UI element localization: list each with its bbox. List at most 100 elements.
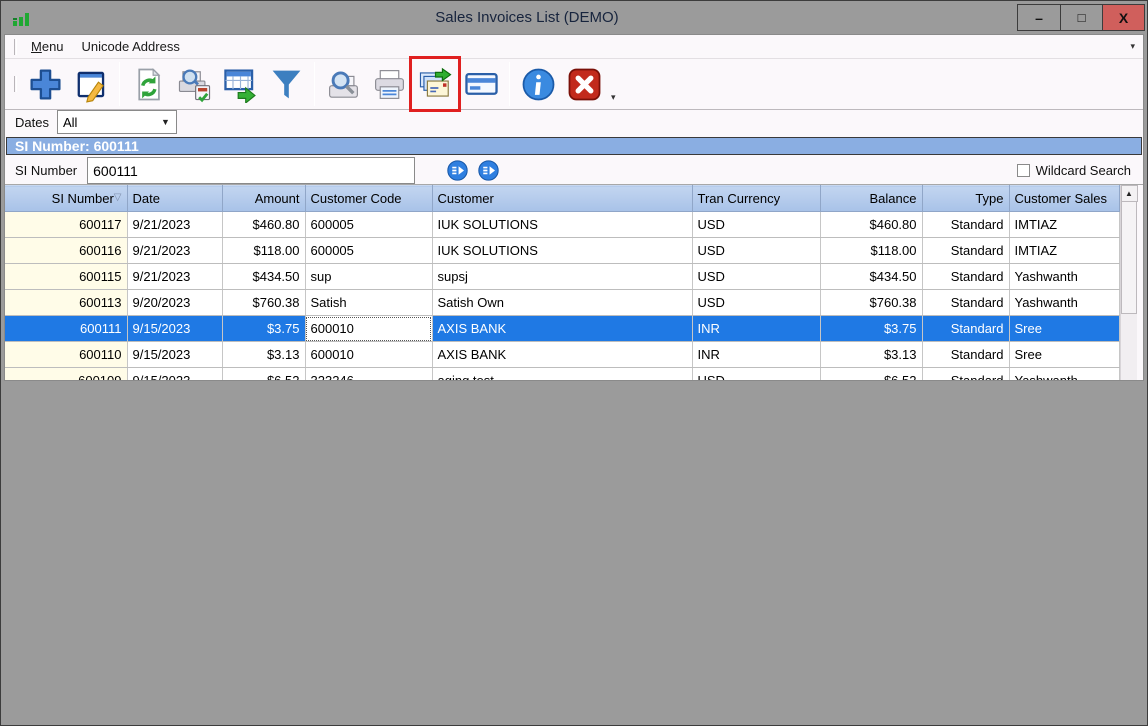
table-cell[interactable]: $6.52: [820, 368, 922, 381]
table-cell[interactable]: 9/21/2023: [127, 238, 222, 264]
menu-item-unicode-address[interactable]: Unicode Address: [73, 35, 189, 58]
table-cell[interactable]: 600005: [305, 212, 432, 238]
table-cell[interactable]: 600117: [5, 212, 127, 238]
toolbar-overflow-icon[interactable]: ▾: [611, 92, 616, 103]
si-number-input[interactable]: [87, 157, 415, 184]
minimize-button[interactable]: –: [1018, 5, 1060, 30]
scroll-up-icon[interactable]: ▲: [1121, 185, 1138, 202]
column-header-balance[interactable]: Balance: [820, 186, 922, 212]
edit-button[interactable]: [68, 59, 114, 109]
table-cell[interactable]: USD: [692, 212, 820, 238]
column-header-si-number[interactable]: SI Number▽: [5, 186, 127, 212]
table-cell[interactable]: USD: [692, 264, 820, 290]
table-cell[interactable]: 600113: [5, 290, 127, 316]
table-cell[interactable]: Standard: [922, 342, 1009, 368]
find-button[interactable]: [447, 160, 468, 181]
exit-button[interactable]: [561, 59, 607, 109]
table-cell[interactable]: 323246: [305, 368, 432, 381]
toolbar-grip[interactable]: [14, 76, 17, 92]
table-cell[interactable]: Yashwanth: [1009, 368, 1119, 381]
column-header-customer[interactable]: Customer: [432, 186, 692, 212]
table-cell[interactable]: AXIS BANK: [432, 316, 692, 342]
menubar-overflow-icon[interactable]: ▾: [1130, 41, 1135, 52]
menubar-grip[interactable]: [14, 39, 17, 55]
table-cell[interactable]: IUK SOLUTIONS: [432, 238, 692, 264]
table-cell[interactable]: $434.50: [820, 264, 922, 290]
table-cell[interactable]: $760.38: [222, 290, 305, 316]
table-cell[interactable]: $6.52: [222, 368, 305, 381]
table-row[interactable]: 6001169/21/2023$118.00600005IUK SOLUTION…: [5, 238, 1119, 264]
table-cell[interactable]: IUK SOLUTIONS: [432, 212, 692, 238]
table-cell[interactable]: Standard: [922, 264, 1009, 290]
table-cell[interactable]: $3.75: [222, 316, 305, 342]
find-next-button[interactable]: [478, 160, 499, 181]
print-button[interactable]: [366, 59, 412, 109]
column-header-customer-sales[interactable]: Customer Sales: [1009, 186, 1119, 212]
print-preview-button[interactable]: [320, 59, 366, 109]
table-row[interactable]: 6001099/15/2023$6.52323246aging testUSD$…: [5, 368, 1119, 381]
table-cell[interactable]: 9/15/2023: [127, 368, 222, 381]
table-cell[interactable]: 9/15/2023: [127, 342, 222, 368]
table-cell[interactable]: 9/21/2023: [127, 264, 222, 290]
table-cell[interactable]: 9/20/2023: [127, 290, 222, 316]
vertical-scrollbar[interactable]: ▲ ▼: [1120, 185, 1137, 381]
column-header-amount[interactable]: Amount: [222, 186, 305, 212]
table-row[interactable]: 6001109/15/2023$3.13600010AXIS BANKINR$3…: [5, 342, 1119, 368]
table-cell[interactable]: IMTIAZ: [1009, 238, 1119, 264]
table-cell[interactable]: sup: [305, 264, 432, 290]
table-row[interactable]: 6001159/21/2023$434.50supsupsjUSD$434.50…: [5, 264, 1119, 290]
info-button[interactable]: [515, 59, 561, 109]
menu-item-menu[interactable]: Menu: [22, 35, 73, 58]
table-cell[interactable]: AXIS BANK: [432, 342, 692, 368]
table-cell[interactable]: USD: [692, 238, 820, 264]
table-cell[interactable]: $460.80: [222, 212, 305, 238]
table-cell[interactable]: Yashwanth: [1009, 264, 1119, 290]
table-cell[interactable]: USD: [692, 290, 820, 316]
table-cell[interactable]: $434.50: [222, 264, 305, 290]
table-cell[interactable]: 600109: [5, 368, 127, 381]
dates-select[interactable]: All ▼: [57, 110, 177, 134]
table-cell[interactable]: $3.75: [820, 316, 922, 342]
table-cell[interactable]: 600005: [305, 238, 432, 264]
table-cell[interactable]: aging test: [432, 368, 692, 381]
table-cell[interactable]: supsj: [432, 264, 692, 290]
refresh-button[interactable]: [125, 59, 171, 109]
table-cell[interactable]: Standard: [922, 290, 1009, 316]
table-cell[interactable]: IMTIAZ: [1009, 212, 1119, 238]
table-cell[interactable]: Sree: [1009, 316, 1119, 342]
table-cell[interactable]: USD: [692, 368, 820, 381]
send-mail-button[interactable]: [412, 59, 458, 109]
table-cell[interactable]: 600115: [5, 264, 127, 290]
filter-button[interactable]: [263, 59, 309, 109]
table-cell[interactable]: INR: [692, 316, 820, 342]
title-bar[interactable]: Sales Invoices List (DEMO) – □ X: [1, 1, 1147, 34]
table-cell[interactable]: $3.13: [820, 342, 922, 368]
table-cell[interactable]: $760.38: [820, 290, 922, 316]
export-grid-button[interactable]: [217, 59, 263, 109]
vertical-scrollbar-track[interactable]: [1121, 314, 1137, 381]
add-button[interactable]: [22, 59, 68, 109]
table-cell[interactable]: Standard: [922, 368, 1009, 381]
table-cell[interactable]: Yashwanth: [1009, 290, 1119, 316]
column-header-type[interactable]: Type: [922, 186, 1009, 212]
column-header-customer-code[interactable]: Customer Code: [305, 186, 432, 212]
table-cell[interactable]: Satish: [305, 290, 432, 316]
table-row[interactable]: 6001119/15/2023$3.75600010AXIS BANKINR$3…: [5, 316, 1119, 342]
table-cell[interactable]: 600116: [5, 238, 127, 264]
close-button[interactable]: X: [1102, 5, 1144, 30]
column-header-tran-currency[interactable]: Tran Currency: [692, 186, 820, 212]
table-cell[interactable]: 9/15/2023: [127, 316, 222, 342]
table-cell[interactable]: Standard: [922, 316, 1009, 342]
table-cell[interactable]: Standard: [922, 238, 1009, 264]
table-cell[interactable]: Sree: [1009, 342, 1119, 368]
wildcard-checkbox[interactable]: [1017, 164, 1030, 177]
table-cell[interactable]: Satish Own: [432, 290, 692, 316]
table-cell[interactable]: 9/21/2023: [127, 212, 222, 238]
table-cell[interactable]: $460.80: [820, 212, 922, 238]
column-header-date[interactable]: Date: [127, 186, 222, 212]
vertical-scrollbar-thumb[interactable]: [1121, 202, 1137, 314]
table-cell[interactable]: 600111: [5, 316, 127, 342]
maximize-button[interactable]: □: [1060, 5, 1102, 30]
table-cell[interactable]: $3.13: [222, 342, 305, 368]
table-cell[interactable]: 600110: [5, 342, 127, 368]
